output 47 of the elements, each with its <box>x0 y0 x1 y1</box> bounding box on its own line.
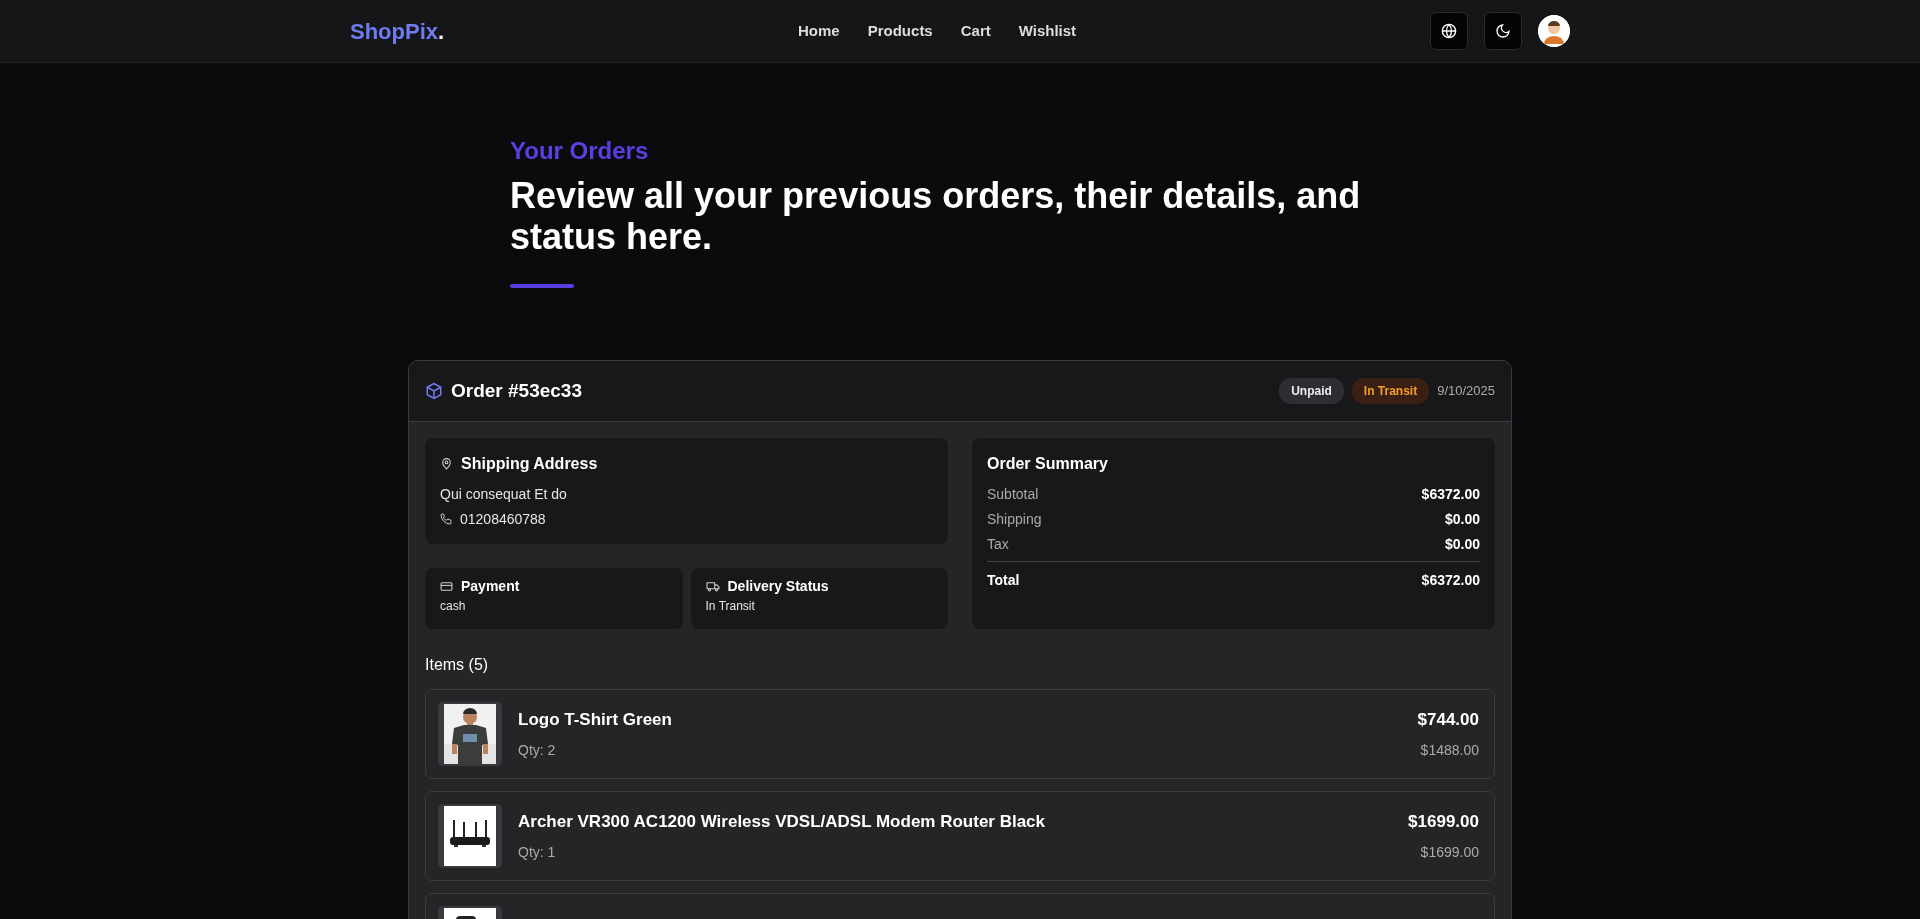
panel-title: Shipping Address <box>461 453 598 474</box>
summary-label: Subtotal <box>987 484 1039 504</box>
heading-underline <box>510 283 574 288</box>
status-badge: In Transit <box>1351 377 1430 404</box>
item-total: $1699.00 <box>1419 843 1479 863</box>
brand-logo[interactable]: ShopPix. <box>350 14 445 48</box>
total-label: Total <box>987 570 1020 590</box>
total-value: $6372.00 <box>1421 570 1480 590</box>
status-badge: Unpaid <box>1279 377 1344 404</box>
phone-icon <box>440 513 452 526</box>
map-pin-icon <box>440 457 453 471</box>
items-heading: Items (5) <box>425 654 490 675</box>
summary-value: $0.00 <box>1444 509 1480 529</box>
item-price: $1699.00 <box>1408 810 1479 833</box>
theme-toggle-button[interactable] <box>1484 12 1522 50</box>
credit-card-icon <box>440 579 453 593</box>
box-icon <box>425 381 443 400</box>
panel-title: Payment <box>461 576 520 596</box>
nav-link[interactable]: Wishlist <box>1004 19 1091 43</box>
section-eyebrow: Your Orders <box>510 136 650 166</box>
avatar[interactable] <box>1538 15 1570 47</box>
panel-title: Order Summary <box>987 453 1109 474</box>
moon-icon <box>1495 23 1511 39</box>
nav-link[interactable]: Cart <box>946 19 1005 43</box>
delivery-status: In Transit <box>705 597 756 615</box>
panel-title: Delivery Status <box>727 576 829 596</box>
summary-value: $0.00 <box>1444 534 1480 554</box>
item-quantity: Qty: 2 <box>518 741 557 761</box>
summary-label: Tax <box>987 534 1009 554</box>
item-total: $1488.00 <box>1419 741 1479 761</box>
nav-link[interactable]: Home <box>784 19 854 43</box>
page-heading: Review all your previous orders, their details, and status here. <box>510 175 1362 258</box>
language-button[interactable] <box>1430 12 1468 50</box>
summary-label: Shipping <box>987 509 1042 529</box>
item-name: Logo T-Shirt Green <box>518 708 673 731</box>
phone-text: 01208460788 <box>460 509 546 529</box>
payment-method: cash <box>440 597 467 615</box>
item-price: $744.00 <box>1417 708 1479 731</box>
truck-icon <box>705 579 720 593</box>
globe-icon <box>1441 23 1457 39</box>
nav-link[interactable]: Products <box>853 19 947 43</box>
order-date: 9/10/2025 <box>1437 382 1495 401</box>
item-name: Archer VR300 AC1200 Wireless VDSL/ADSL Modem Router Black <box>518 810 1047 833</box>
item-quantity: Qty: 1 <box>518 843 557 863</box>
address-text: Qui consequat Et do <box>440 484 568 504</box>
summary-value: $6372.00 <box>1421 484 1480 504</box>
order-title: Order #53ec33 <box>451 378 582 403</box>
